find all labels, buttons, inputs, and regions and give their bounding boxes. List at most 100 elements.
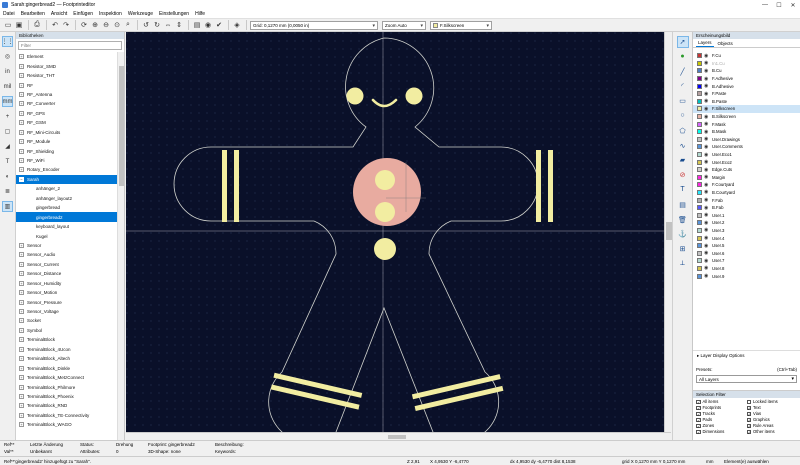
library-folder-item[interactable]: + Rotary_Encoder — [16, 165, 118, 174]
layer-color-swatch[interactable] — [697, 273, 702, 279]
layer-color-swatch[interactable] — [697, 76, 702, 82]
checkbox[interactable]: ✓ — [696, 429, 701, 434]
layer-row[interactable]: ◉ F.Silkscreen — [693, 105, 800, 113]
pad-sketch-icon[interactable]: ▢ — [2, 126, 13, 137]
layer-row[interactable]: ◉ In1.Cu — [693, 60, 800, 68]
collapse-icon[interactable]: − — [19, 176, 24, 182]
eye-icon[interactable]: ◉ — [704, 106, 710, 112]
zoom-out-icon[interactable]: ⊖ — [101, 20, 111, 30]
3d-viewer-icon[interactable]: ◈ — [232, 20, 242, 30]
mirror-h-icon[interactable]: ⇔ — [163, 20, 173, 30]
measure-icon[interactable]: ⟂ — [677, 258, 689, 270]
expand-icon[interactable]: + — [19, 365, 24, 371]
zoom-in-icon[interactable]: ⊕ — [90, 20, 100, 30]
layer-select[interactable]: F.Silkscreen ▾ — [430, 20, 492, 30]
library-folder-item[interactable]: + TerminalBlock — [16, 335, 118, 344]
library-folder-item[interactable]: + Element — [16, 52, 118, 61]
menu-einfuegen[interactable]: Einfügen — [73, 11, 93, 17]
library-footprint-item[interactable]: Kugel — [16, 231, 118, 240]
left-eye-pad[interactable] — [346, 87, 364, 105]
expand-icon[interactable]: + — [19, 63, 24, 69]
expand-icon[interactable]: + — [19, 309, 24, 315]
checkbox[interactable]: ✓ — [696, 405, 701, 410]
add-pad-icon[interactable]: ● — [677, 51, 689, 63]
layer-row[interactable]: ◉ B.Courtyard — [693, 189, 800, 197]
expand-icon[interactable]: + — [19, 158, 24, 164]
layer-color-swatch[interactable] — [697, 136, 702, 142]
library-folder-item[interactable]: + TerminalBlock_Phoenix — [16, 392, 118, 401]
eye-icon[interactable]: ◉ — [704, 76, 710, 82]
mm-units-icon[interactable]: mm — [2, 96, 13, 107]
layer-color-swatch[interactable] — [697, 174, 702, 180]
redo-icon[interactable]: ↷ — [61, 20, 71, 30]
eye-icon[interactable]: ◉ — [704, 83, 710, 89]
checkbox[interactable]: ✓ — [696, 411, 701, 416]
layer-row[interactable]: ◉ User.2 — [693, 219, 800, 227]
layer-row[interactable]: ◉ User.7 — [693, 257, 800, 265]
layer-color-swatch[interactable] — [697, 197, 702, 203]
expand-icon[interactable]: + — [19, 148, 24, 154]
layer-color-swatch[interactable] — [697, 60, 702, 66]
library-folder-item[interactable]: + TerminalBlock_4Ucon — [16, 345, 118, 354]
expand-icon[interactable]: + — [19, 412, 24, 418]
library-folder-item[interactable]: + Sensor_Pressure — [16, 297, 118, 306]
layer-row[interactable]: ◉ F.Cu — [693, 52, 800, 60]
checkbox[interactable]: ✓ — [696, 417, 701, 422]
library-folder-item[interactable]: + Sensor — [16, 241, 118, 250]
inch-units-icon[interactable]: in — [2, 66, 13, 77]
library-folder-item[interactable]: + RF_Converter — [16, 99, 118, 108]
eye-icon[interactable]: ◉ — [704, 212, 710, 218]
expand-icon[interactable]: + — [19, 139, 24, 145]
library-folder-item[interactable]: + RF_Antenna — [16, 90, 118, 99]
save-icon[interactable]: ▣ — [14, 20, 24, 30]
draw-polygon-icon[interactable]: ⬠ — [677, 125, 689, 137]
library-folder-item[interactable]: + RF_GSM — [16, 118, 118, 127]
layer-color-swatch[interactable] — [697, 250, 702, 256]
checkbox[interactable]: ✓ — [746, 429, 751, 434]
checkbox[interactable]: ✓ — [746, 417, 751, 422]
layer-color-swatch[interactable] — [697, 121, 702, 127]
library-folder-item[interactable]: + Resistor_THT — [16, 71, 118, 80]
eye-icon[interactable]: ◉ — [704, 152, 710, 158]
layer-color-swatch[interactable] — [697, 53, 702, 59]
layer-color-swatch[interactable] — [697, 114, 702, 120]
layer-color-swatch[interactable] — [697, 235, 702, 241]
layer-row[interactable]: ◉ B.Cu — [693, 67, 800, 75]
expand-icon[interactable]: + — [19, 110, 24, 116]
rotate-cw-icon[interactable]: ↻ — [152, 20, 162, 30]
grid-origin-icon[interactable]: ⊞ — [677, 243, 689, 255]
cursor-shape-icon[interactable]: + — [2, 111, 13, 122]
library-folder-item[interactable]: + RF_WiFi — [16, 156, 118, 165]
library-folder-item[interactable]: + TerminalBlock_Philmore — [16, 382, 118, 391]
selection-filter-item[interactable]: Locked items — [746, 399, 798, 405]
layer-row[interactable]: ◉ B.Mask — [693, 128, 800, 136]
expand-icon[interactable]: + — [19, 403, 24, 409]
menu-werkzeuge[interactable]: Werkzeuge — [128, 11, 153, 17]
selection-filter-item[interactable]: ✓ Graphics — [746, 417, 798, 423]
eye-icon[interactable]: ◉ — [704, 53, 710, 59]
right-eye-pad[interactable] — [405, 87, 423, 105]
library-folder-item[interactable]: + TerminalBlock_RND — [16, 401, 118, 410]
eye-icon[interactable]: ◉ — [704, 189, 710, 195]
layer-row[interactable]: ◉ User.3 — [693, 227, 800, 235]
library-folder-item[interactable]: + TerminalBlock_Dinkle — [16, 363, 118, 372]
eye-icon[interactable]: ◉ — [704, 121, 710, 127]
zoom-select[interactable]: Zoom Auto ▾ — [382, 20, 426, 30]
layer-row[interactable]: ◉ Margin — [693, 174, 800, 182]
left-arm-stripe-1[interactable] — [222, 150, 227, 222]
library-footprint-item[interactable]: gingerbread2 — [16, 212, 118, 222]
canvas-vertical-scrollbar[interactable] — [664, 32, 672, 432]
expand-icon[interactable]: + — [19, 252, 24, 258]
library-folder-item[interactable]: + Symbol — [16, 326, 118, 335]
expand-icon[interactable]: + — [19, 299, 24, 305]
layer-row[interactable]: ◉ User.4 — [693, 234, 800, 242]
mil-units-icon[interactable]: mil — [2, 81, 13, 92]
layer-color-swatch[interactable] — [697, 220, 702, 226]
checkbox[interactable]: ✓ — [746, 423, 751, 428]
layer-color-swatch[interactable] — [697, 106, 702, 112]
menu-inspektion[interactable]: Inspektion — [99, 11, 122, 17]
draw-circle-icon[interactable]: ○ — [677, 110, 689, 122]
layer-row[interactable]: ◉ User.8 — [693, 265, 800, 273]
layer-row[interactable]: ◉ B.Fab — [693, 204, 800, 212]
selection-filter-item[interactable]: ✓ Rule Areas — [746, 423, 798, 429]
